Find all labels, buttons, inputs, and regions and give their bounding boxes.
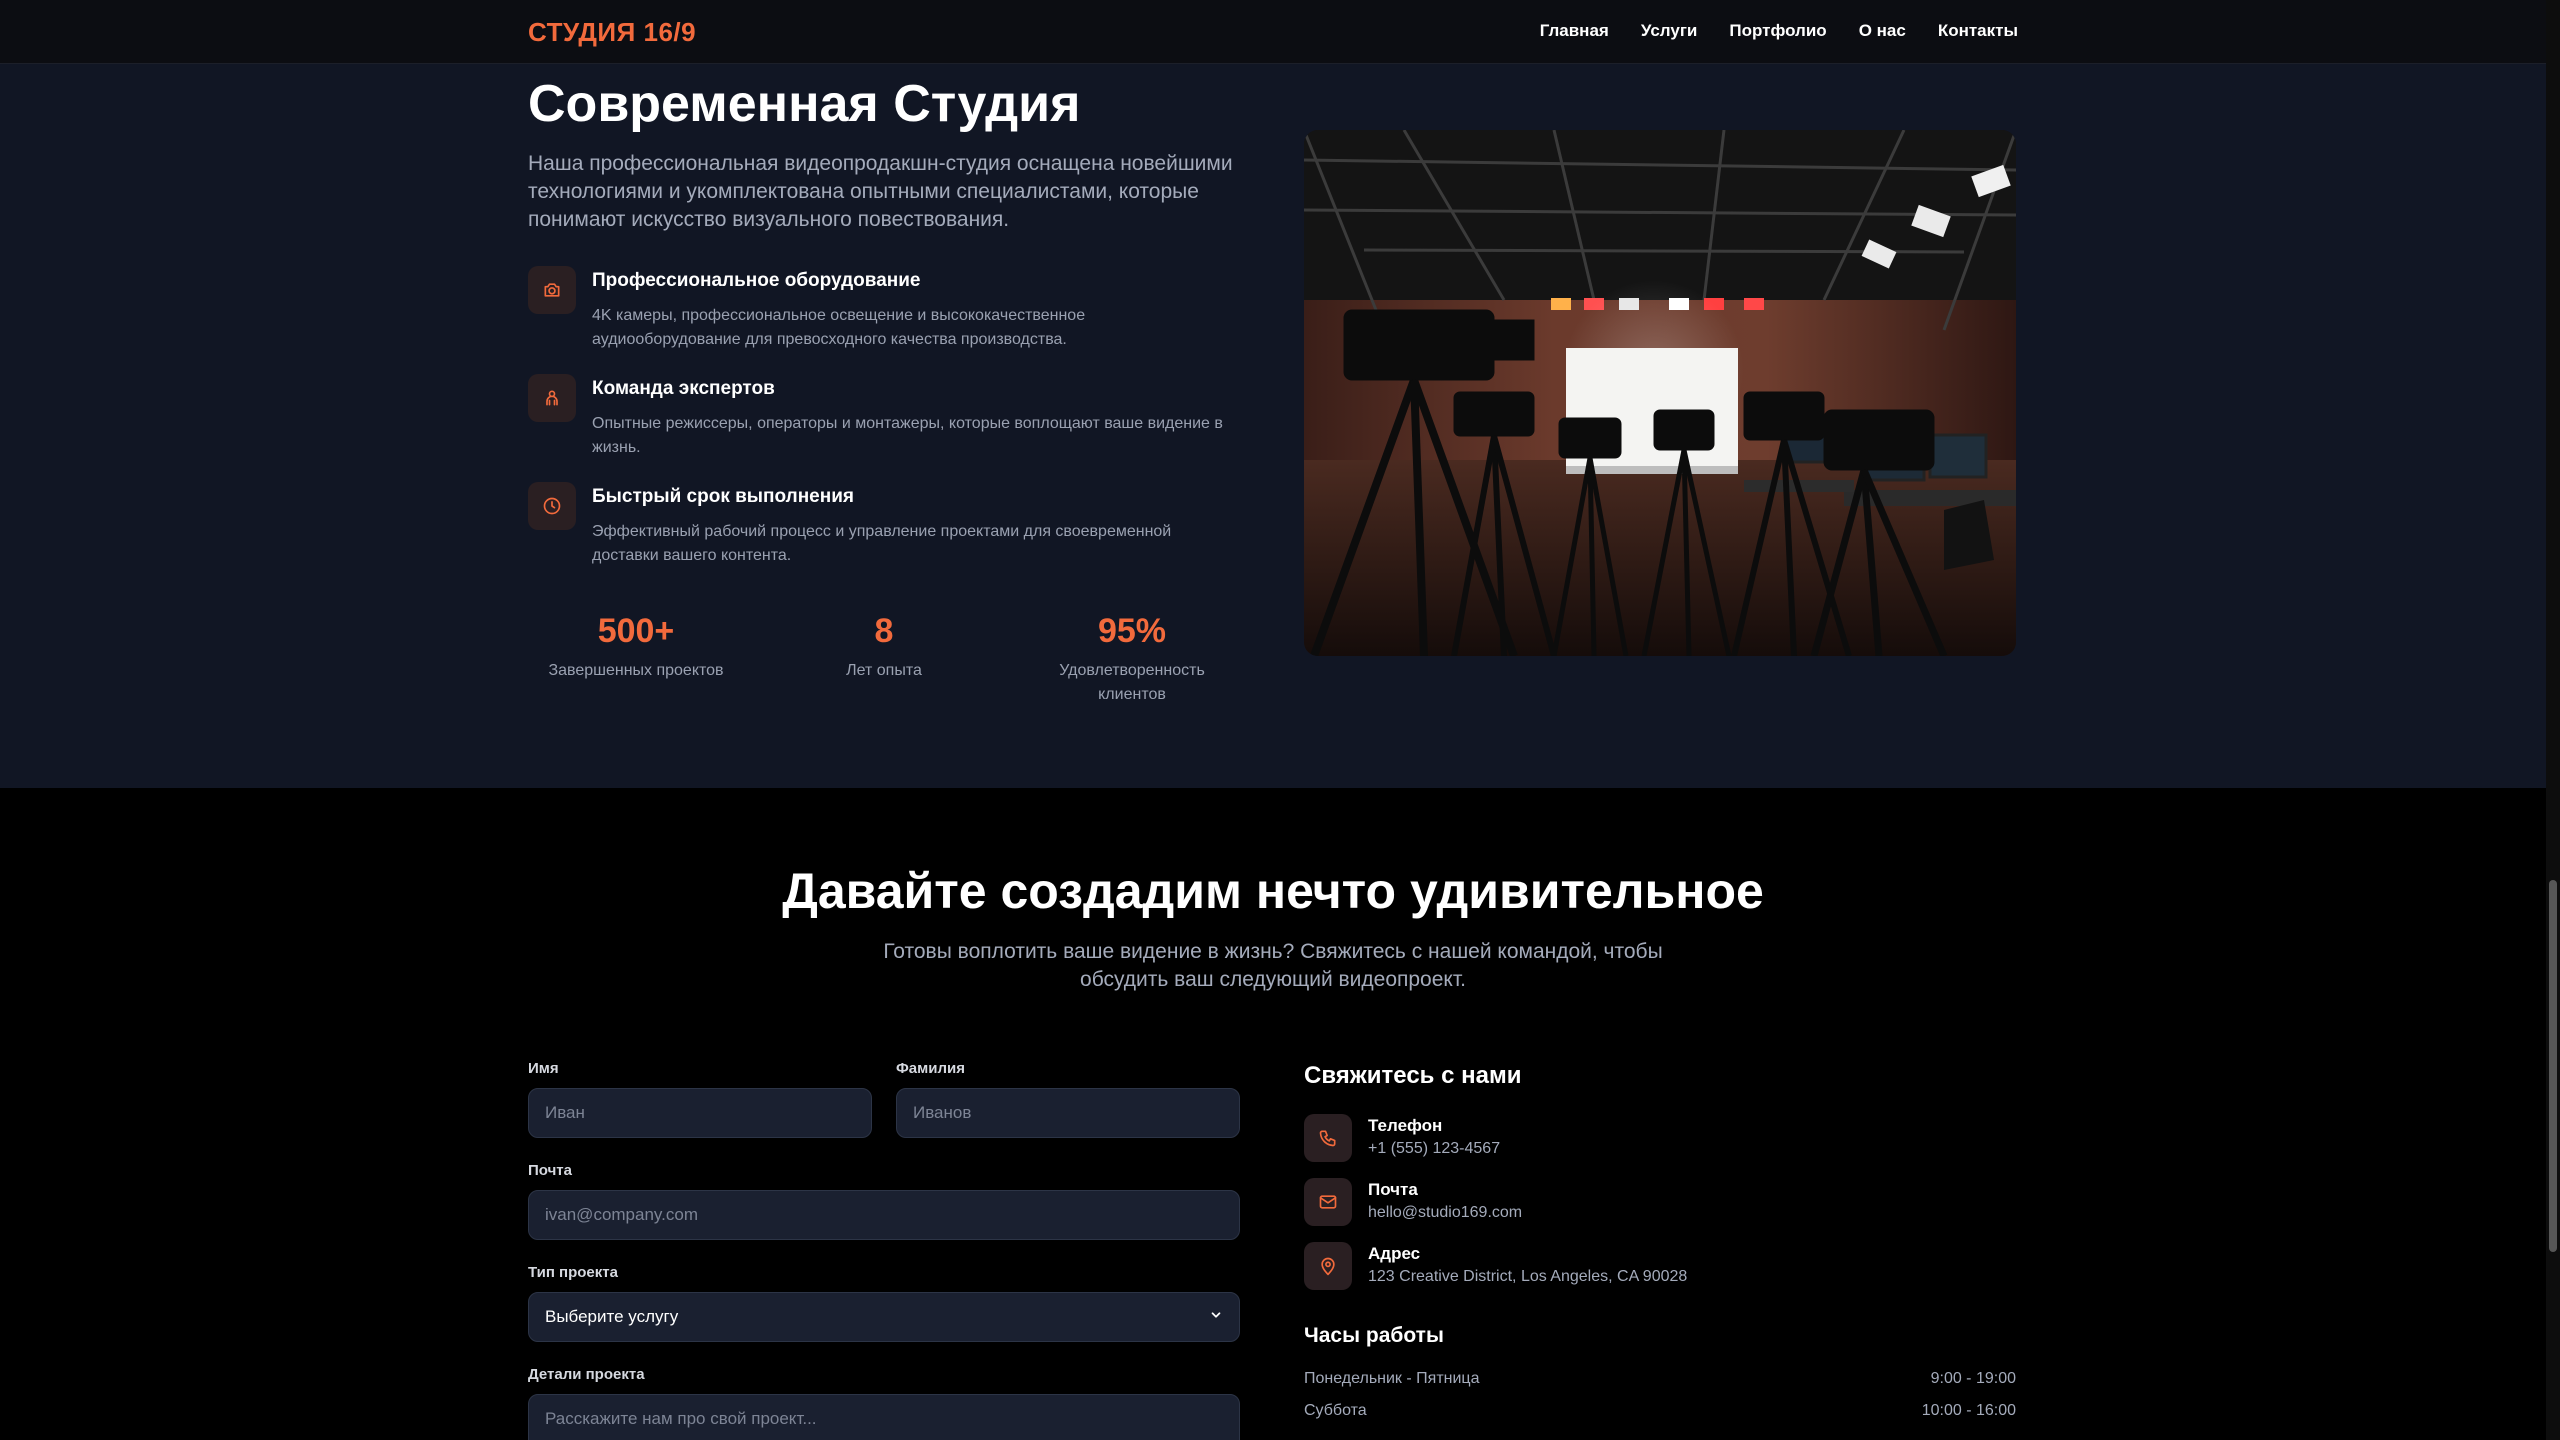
- first-name-label: Имя: [528, 1060, 559, 1077]
- last-name-field[interactable]: [896, 1088, 1240, 1138]
- email-field[interactable]: [528, 1190, 1240, 1240]
- mail-icon: [1304, 1178, 1352, 1226]
- hours-time: 10:00 - 16:00: [1921, 1402, 2016, 1419]
- hours-time: 9:00 - 19:00: [1930, 1370, 2016, 1387]
- contact-email[interactable]: Почта hello@studio169.com: [1304, 1178, 2016, 1230]
- project-type-select[interactable]: Выберите услугу: [528, 1292, 1240, 1342]
- phone-icon: [1304, 1114, 1352, 1162]
- nav-link-portfolio[interactable]: Портфолио: [1729, 21, 1826, 41]
- nav-link-about[interactable]: О нас: [1859, 21, 1906, 41]
- hours-day: Суббота: [1304, 1402, 1367, 1419]
- about-title: Современная Студия: [528, 75, 1081, 133]
- stat-label: Завершенных проектов: [548, 662, 724, 679]
- email-input[interactable]: [545, 1205, 1223, 1225]
- page-scrollbar[interactable]: [2546, 0, 2560, 1440]
- map-pin-icon: [1304, 1242, 1352, 1290]
- stat-label: Лет опыта: [846, 662, 922, 679]
- camera-icon: [528, 266, 576, 314]
- about-section: Современная Студия Наша профессиональная…: [0, 64, 2546, 788]
- studio-photo: [1304, 130, 2016, 656]
- main-menu: Главная Услуги Портфолио О нас Контакты: [1540, 21, 2018, 41]
- team-icon: [528, 374, 576, 422]
- contact-section: Давайте создадим нечто удивительное Гото…: [0, 788, 2546, 1440]
- project-type-label: Тип проекта: [528, 1264, 618, 1281]
- contact-subtitle: Готовы воплотить ваше видение в жизнь? С…: [883, 940, 1663, 991]
- nav-link-home[interactable]: Главная: [1540, 21, 1609, 41]
- hours-day: Понедельник - Пятница: [1304, 1370, 1480, 1387]
- chevron-down-icon: [1209, 1307, 1223, 1327]
- first-name-input[interactable]: [545, 1103, 855, 1123]
- email-label: Почта: [528, 1162, 572, 1179]
- top-navbar: СТУДИЯ 16/9 Главная Услуги Портфолио О н…: [0, 0, 2546, 64]
- about-description: Наша профессиональная видеопродакшн-студ…: [528, 152, 1233, 231]
- contact-info-title: Свяжитесь с нами: [1304, 1062, 1522, 1089]
- phone-value: +1 (555) 123-4567: [1368, 1140, 1501, 1157]
- stat-value: 8: [874, 612, 894, 650]
- email-info-value: hello@studio169.com: [1368, 1204, 1523, 1221]
- address-label: Адрес: [1368, 1244, 1421, 1263]
- clock-icon: [528, 482, 576, 530]
- stat-label: Удовлетворенность клиентов: [1059, 662, 1205, 703]
- feature-title: Команда экспертов: [592, 378, 775, 399]
- hours-row: Суббота 10:00 - 16:00: [1304, 1402, 2016, 1420]
- brand-logo[interactable]: СТУДИЯ 16/9: [528, 17, 696, 48]
- nav-link-contacts[interactable]: Контакты: [1938, 21, 2018, 41]
- email-info-label: Почта: [1368, 1180, 1418, 1199]
- phone-label: Телефон: [1368, 1116, 1443, 1135]
- stat-value: 500+: [597, 612, 675, 650]
- feature-title: Быстрый срок выполнения: [592, 486, 854, 507]
- hours-row: Понедельник - Пятница 9:00 - 19:00: [1304, 1370, 2016, 1388]
- hours-title: Часы работы: [1304, 1324, 1444, 1347]
- contact-title: Давайте создадим нечто удивительное: [782, 863, 1764, 919]
- scrollbar-thumb[interactable]: [2549, 880, 2557, 1252]
- project-type-value: Выберите услугу: [545, 1307, 679, 1326]
- stat-value: 95%: [1097, 612, 1167, 650]
- feature-text: 4K камеры, профессиональное освещение и …: [592, 307, 1086, 348]
- address-value: 123 Creative District, Los Angeles, CA 9…: [1368, 1268, 1688, 1285]
- first-name-field[interactable]: [528, 1088, 872, 1138]
- feature-text: Опытные режиссеры, операторы и монтажеры…: [592, 415, 1223, 456]
- last-name-input[interactable]: [913, 1103, 1223, 1123]
- contact-phone[interactable]: Телефон +1 (555) 123-4567: [1304, 1114, 2016, 1166]
- details-textarea[interactable]: [545, 1409, 1223, 1429]
- stat-projects: 500+ Завершенных проектов: [536, 612, 736, 683]
- feature-title: Профессиональное оборудование: [592, 270, 921, 291]
- contact-address[interactable]: Адрес 123 Creative District, Los Angeles…: [1304, 1242, 2016, 1294]
- details-field[interactable]: [528, 1394, 1240, 1440]
- last-name-label: Фамилия: [896, 1060, 965, 1077]
- stat-years: 8 Лет опыта: [784, 612, 984, 683]
- details-label: Детали проекта: [528, 1366, 645, 1383]
- feature-text: Эффективный рабочий процесс и управление…: [592, 523, 1172, 564]
- stat-satisfaction: 95% Удовлетворенность клиентов: [1032, 612, 1232, 707]
- nav-link-services[interactable]: Услуги: [1641, 21, 1698, 41]
